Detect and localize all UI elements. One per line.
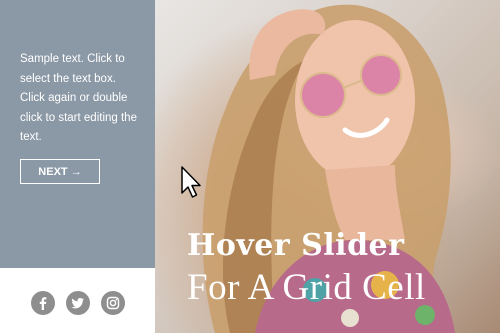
twitter-icon[interactable] — [65, 290, 90, 315]
mouse-cursor-icon — [180, 165, 204, 206]
facebook-icon[interactable] — [30, 290, 55, 315]
next-button[interactable]: NEXT → — [20, 159, 100, 184]
sample-text-box[interactable]: Sample text. Click to select the text bo… — [20, 50, 140, 148]
slide-subtitle: For A Grid Cell — [187, 267, 426, 308]
social-icons-bar — [0, 268, 155, 333]
slide-title: Hover Slider — [187, 228, 405, 263]
sidebar-panel: Sample text. Click to select the text bo… — [0, 0, 155, 268]
instagram-icon[interactable] — [100, 290, 125, 315]
